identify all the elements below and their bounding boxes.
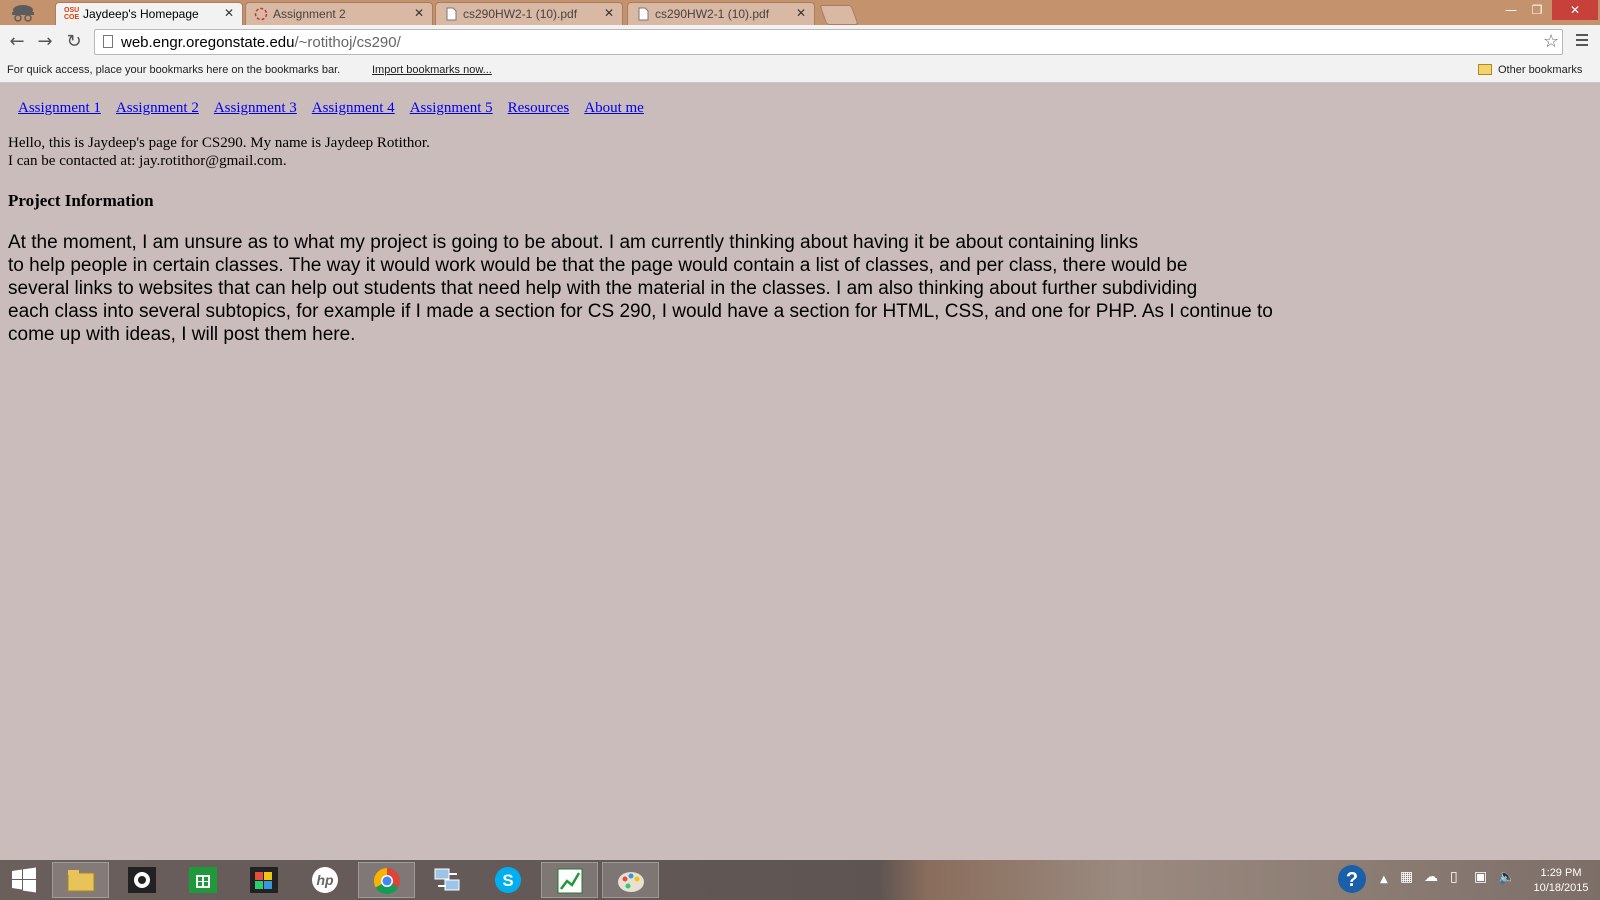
camera-icon	[128, 867, 156, 893]
project-line: to help people in certain classes. The w…	[8, 255, 1188, 276]
network-tool-icon	[434, 868, 460, 891]
volume-icon[interactable]: 🔈	[1498, 869, 1515, 885]
bookmark-star-icon[interactable]: ☆	[1543, 31, 1559, 52]
nav-assignment-4[interactable]: Assignment 4	[312, 100, 395, 116]
tab-pdf-1[interactable]: cs290HW2-1 (10).pdf ✕	[435, 2, 623, 25]
start-button[interactable]	[0, 862, 48, 898]
nav-assignment-3[interactable]: Assignment 3	[214, 100, 297, 116]
other-bookmarks[interactable]: Other bookmarks	[1498, 64, 1582, 76]
chrome-icon	[373, 867, 400, 895]
tab-assignment-2[interactable]: Assignment 2 ✕	[245, 2, 433, 25]
clock-time: 1:29 PM	[1540, 867, 1582, 879]
window-close-button[interactable]: ✕	[1552, 0, 1598, 20]
menu-icon[interactable]	[1574, 32, 1590, 48]
close-icon[interactable]: ✕	[796, 6, 806, 20]
action-center-icon[interactable]: ▦	[1400, 869, 1413, 885]
folder-icon	[1478, 64, 1492, 75]
tray-expand-icon[interactable]: ▲	[1380, 874, 1388, 885]
cloud-icon[interactable]: ☁	[1424, 869, 1438, 885]
project-line: At the moment, I am unsure as to what my…	[8, 232, 1139, 253]
project-line: each class into several subtopics, for e…	[8, 301, 1273, 322]
paint-icon	[618, 872, 644, 892]
osu-favicon-icon: OSU COE	[64, 7, 80, 21]
intro-text: Hello, this is Jaydeep's page for CS290.…	[8, 134, 430, 170]
close-icon[interactable]: ✕	[414, 6, 424, 20]
taskbar-skype[interactable]: S	[480, 862, 537, 898]
taskbar-network-tool[interactable]	[419, 862, 476, 898]
contact-line: I can be contacted at: jay.rotithor@gmai…	[8, 153, 287, 169]
bookmarks-hint: For quick access, place your bookmarks h…	[7, 64, 341, 76]
nav-assignment-1[interactable]: Assignment 1	[18, 100, 101, 116]
skype-icon: S	[495, 867, 521, 893]
url-host: web.engr.oregonstate.edu	[121, 34, 295, 51]
tab-label: Jaydeep's Homepage	[83, 7, 199, 21]
project-heading: Project Information	[8, 191, 154, 210]
taskbar-file-explorer[interactable]	[52, 862, 109, 898]
document-icon	[446, 7, 457, 21]
nav-assignment-2[interactable]: Assignment 2	[116, 100, 199, 116]
taskbar-camera[interactable]	[114, 862, 171, 898]
bookmarks-bar: For quick access, place your bookmarks h…	[0, 58, 1600, 83]
hp-icon: hp	[312, 867, 338, 893]
reload-button[interactable]: ↻	[63, 31, 85, 53]
clock-date: 10/18/2015	[1533, 882, 1589, 894]
loading-icon	[254, 7, 268, 21]
chart-app-icon	[557, 868, 583, 894]
url-text[interactable]: web.engr.oregonstate.edu/~rotithoj/cs290…	[121, 34, 401, 51]
project-line: several links to websites that can help …	[8, 278, 1198, 299]
taskbar-chrome[interactable]	[358, 862, 415, 898]
network-icon[interactable]: ▣	[1474, 869, 1487, 885]
restore-button[interactable]: ❐	[1524, 0, 1550, 20]
nav-resources[interactable]: Resources	[508, 100, 570, 116]
file-explorer-icon	[67, 870, 95, 892]
address-bar[interactable]: web.engr.oregonstate.edu/~rotithoj/cs290…	[94, 29, 1563, 55]
taskbar-paint[interactable]	[602, 862, 659, 898]
photo-app-icon	[250, 867, 278, 893]
taskbar-store[interactable]	[175, 862, 232, 898]
nav-about-me[interactable]: About me	[584, 100, 644, 116]
incognito-icon	[12, 5, 34, 22]
taskbar-clock[interactable]: 1:29 PM 10/18/2015	[1525, 866, 1597, 896]
tab-label: cs290HW2-1 (10).pdf	[463, 7, 578, 21]
taskbar-photo-app[interactable]	[236, 862, 293, 898]
new-tab-button[interactable]	[819, 5, 859, 25]
svg-text:hp: hp	[316, 872, 334, 888]
back-button[interactable]: ←	[6, 31, 28, 53]
page-icon	[103, 35, 113, 48]
tab-jaydeeps-homepage[interactable]: OSU COE Jaydeep's Homepage ✕	[55, 2, 243, 25]
nav-assignment-5[interactable]: Assignment 5	[410, 100, 493, 116]
site-nav: Assignment 1 Assignment 2 Assignment 3 Assi…	[18, 100, 659, 117]
close-icon[interactable]: ✕	[604, 6, 614, 20]
url-path: /~rotithoj/cs290/	[294, 34, 401, 51]
close-icon[interactable]: ✕	[224, 6, 234, 20]
minimize-button[interactable]: —	[1498, 0, 1524, 20]
store-icon	[189, 867, 217, 893]
svg-text:?: ?	[1346, 869, 1358, 891]
taskbar-chart-app[interactable]	[541, 862, 598, 898]
power-icon[interactable]: ▯	[1450, 869, 1458, 885]
svg-text:S: S	[502, 871, 513, 890]
document-icon	[638, 7, 649, 21]
help-icon: ?	[1338, 865, 1366, 893]
project-line: come up with ideas, I will post them her…	[8, 324, 356, 345]
start-icon	[12, 867, 36, 893]
help-button[interactable]: ?	[1337, 864, 1367, 898]
tab-label: cs290HW2-1 (10).pdf	[655, 7, 770, 21]
project-description: At the moment, I am unsure as to what my…	[8, 231, 1273, 346]
tab-label: Assignment 2	[273, 7, 346, 21]
tab-pdf-2[interactable]: cs290HW2-1 (10).pdf ✕	[627, 2, 815, 25]
intro-line: Hello, this is Jaydeep's page for CS290.…	[8, 135, 430, 151]
forward-button[interactable]: →	[34, 31, 56, 53]
taskbar-hp[interactable]: hp	[297, 862, 354, 898]
import-bookmarks-link[interactable]: Import bookmarks now...	[372, 64, 492, 76]
